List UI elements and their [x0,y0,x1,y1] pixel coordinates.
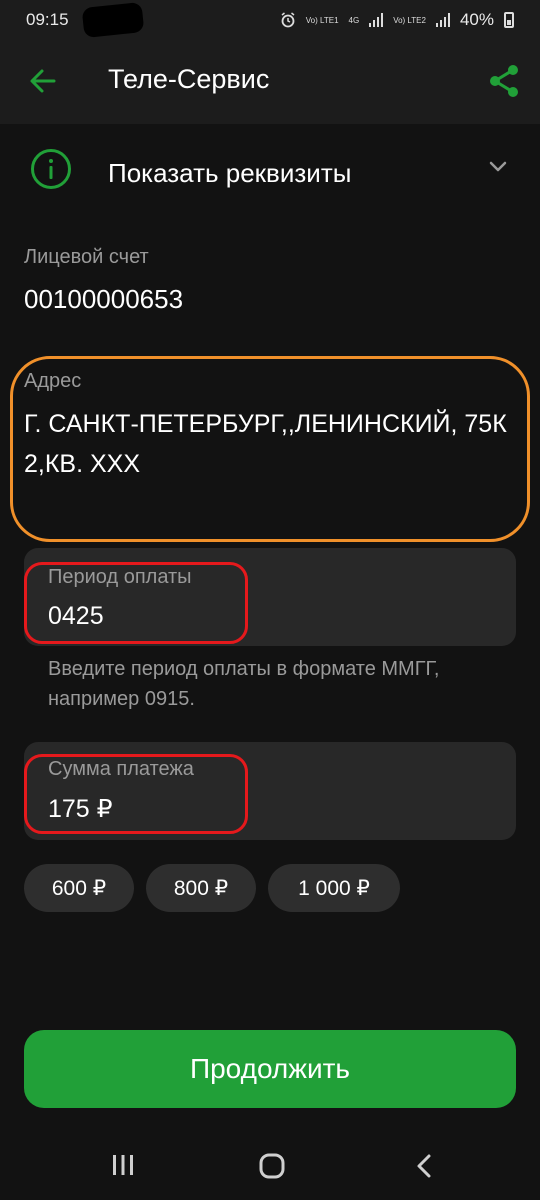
network-lte2-label: Vo) LTE2 [393,15,426,25]
back-arrow-icon[interactable] [28,66,58,96]
battery-percent: 40% [459,10,494,29]
period-hint: Введите период оплаты в формате ММГГ, на… [48,658,440,710]
system-nav-bar [0,1132,540,1200]
show-details-label: Показать реквизиты [108,158,352,188]
address-value: Г. САНКТ-ПЕТЕРБУРГ,,ЛЕНИНСКИЙ, 75К2,КВ. … [24,410,507,478]
info-icon [31,149,71,189]
continue-button[interactable]: Продолжить [24,1030,516,1108]
period-label: Период оплаты [48,566,192,588]
amount-label: Сумма платежа [48,758,194,780]
network-4g-label: 4G [348,15,360,25]
quick-amount-800[interactable]: 800 ₽ [146,864,256,912]
app-bar: Теле-Сервис [0,40,540,124]
signal-2-icon [435,13,450,27]
battery-icon [504,12,514,28]
share-icon[interactable] [488,64,520,98]
quick-amount-600[interactable]: 600 ₽ [24,864,134,912]
account-label: Лицевой счет [24,246,149,268]
show-details-toggle[interactable]: Показать реквизиты [0,124,540,224]
home-icon[interactable] [258,1152,286,1180]
status-time: 09:15 [26,10,69,29]
period-value[interactable]: 0425 [48,602,104,631]
address-label: Адрес [24,370,82,392]
nav-back-icon[interactable] [412,1152,438,1180]
network-lte1-label: Vo) LTE1 [305,15,339,25]
quick-amount-1000[interactable]: 1 000 ₽ [268,864,400,912]
status-bar: 09:15 Vo) LTE1 4G Vo) LTE2 40% [0,0,540,40]
redaction-mark [81,1,144,39]
amount-value[interactable]: 175 ₽ [48,794,113,824]
account-value: 00100000653 [24,284,184,314]
page-title: Теле-Сервис [108,64,270,94]
signal-1-icon [369,13,384,27]
alarm-icon [281,12,295,28]
recents-icon[interactable] [110,1152,136,1178]
chevron-down-icon [489,161,507,172]
